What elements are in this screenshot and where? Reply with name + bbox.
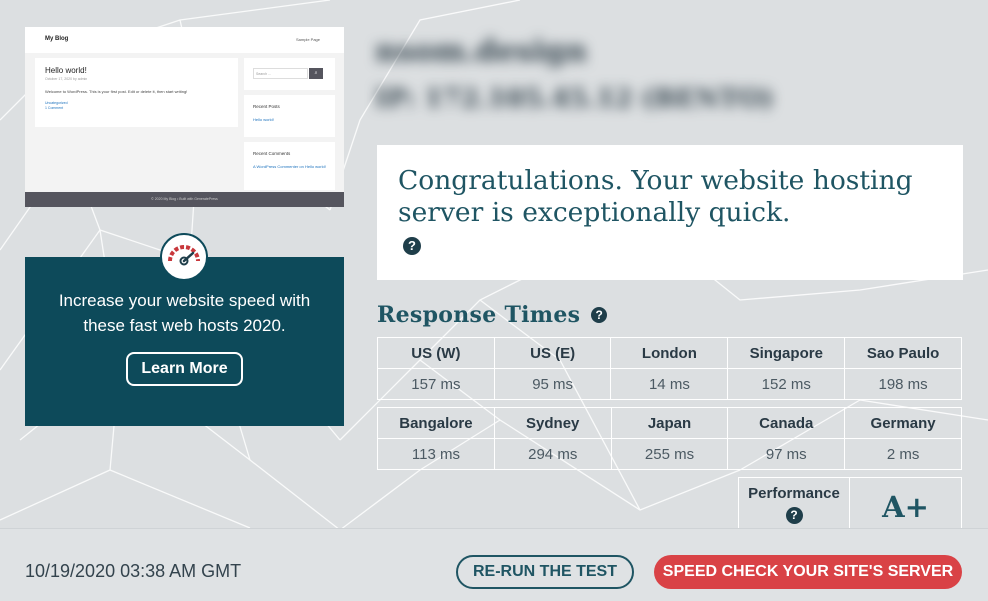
location-us-east: US (E) — [493, 337, 612, 369]
time-us-east: 95 ms — [493, 368, 612, 400]
response-times-title: Response Times — [377, 302, 581, 328]
speedometer-icon — [160, 233, 208, 281]
preview-post: Hello world! October 17, 2020 by admin W… — [35, 58, 238, 127]
location-japan: Japan — [610, 407, 729, 439]
preview-site-title: My Blog — [45, 36, 69, 42]
preview-footer: © 2020 My Blog • Built with GeneratePres… — [25, 192, 344, 207]
preview-recent-comment: A WordPress Commenter on Hello world! — [253, 164, 326, 169]
time-singapore: 152 ms — [727, 368, 846, 400]
response-times-help-icon[interactable]: ? — [591, 307, 608, 323]
location-sydney: Sydney — [493, 407, 612, 439]
preview-recent-posts: Recent Posts Hello world! — [244, 95, 335, 137]
time-bangalore: 113 ms — [377, 438, 495, 470]
response-times-table-row1: US (W) US (E) London Singapore Sao Paulo… — [377, 337, 962, 400]
result-card: Congratulations. Your website hosting se… — [377, 145, 963, 280]
speed-check-button[interactable]: SPEED CHECK YOUR SITE'S SERVER — [654, 555, 962, 589]
performance-label-text: Performance — [748, 485, 840, 502]
time-germany: 2 ms — [844, 438, 962, 470]
time-london: 14 ms — [610, 368, 729, 400]
preview-post-category: Uncategorized 1 Comment — [45, 101, 228, 111]
site-preview-thumbnail[interactable]: My Blog Sample Page Hello world! October… — [25, 27, 344, 207]
preview-header: My Blog Sample Page — [25, 27, 344, 53]
result-message: Congratulations. Your website hosting se… — [398, 165, 913, 228]
preview-search-input: Search ... — [253, 68, 308, 79]
rerun-test-button[interactable]: RE-RUN THE TEST — [456, 555, 634, 589]
preview-search-icon: ⌕ — [309, 68, 323, 79]
preview-post-title: Hello world! — [45, 66, 87, 75]
performance-help-icon[interactable]: ? — [785, 507, 803, 524]
test-timestamp: 10/19/2020 03:38 AM GMT — [25, 561, 242, 581]
time-japan: 255 ms — [610, 438, 729, 470]
location-bangalore: Bangalore — [377, 407, 495, 439]
response-times-table-row2: Bangalore Sydney Japan Canada Germany 11… — [377, 407, 962, 470]
performance-label: Performance ? — [738, 477, 850, 529]
location-singapore: Singapore — [727, 337, 846, 369]
promo-text: Increase your website speed with these f… — [58, 291, 311, 335]
preview-recent-comments: Recent Comments A WordPress Commenter on… — [244, 142, 335, 190]
preview-recent-post-link: Hello world! — [253, 117, 274, 122]
response-times-heading: Response Times ? — [377, 302, 608, 328]
site-ip-address: IP: 172.105.45.12 (BENTO) — [375, 84, 774, 114]
location-germany: Germany — [844, 407, 962, 439]
preview-post-text: Welcome to WordPress. This is your first… — [45, 89, 188, 94]
bottom-action-bar: 10/19/2020 03:38 AM GMT RE-RUN THE TEST … — [0, 528, 988, 601]
site-domain: nsom.design — [375, 34, 588, 69]
preview-search-widget: Search ... ⌕ — [244, 58, 335, 90]
location-us-west: US (W) — [377, 337, 495, 369]
location-sao-paulo: Sao Paulo — [844, 337, 962, 369]
preview-recent-posts-title: Recent Posts — [253, 104, 280, 109]
location-canada: Canada — [727, 407, 846, 439]
preview-recent-comments-title: Recent Comments — [253, 151, 291, 156]
result-help-icon[interactable]: ? — [403, 237, 421, 255]
time-sydney: 294 ms — [493, 438, 612, 470]
performance-grade: A+ — [850, 477, 962, 529]
time-us-west: 157 ms — [377, 368, 495, 400]
preview-menu-item: Sample Page — [295, 37, 320, 42]
time-sao-paulo: 198 ms — [844, 368, 962, 400]
time-canada: 97 ms — [727, 438, 846, 470]
preview-post-meta: October 17, 2020 by admin — [45, 77, 88, 81]
learn-more-button[interactable]: Learn More — [126, 352, 243, 386]
location-london: London — [610, 337, 729, 369]
preview-comments-link: 1 Comment — [45, 106, 64, 110]
